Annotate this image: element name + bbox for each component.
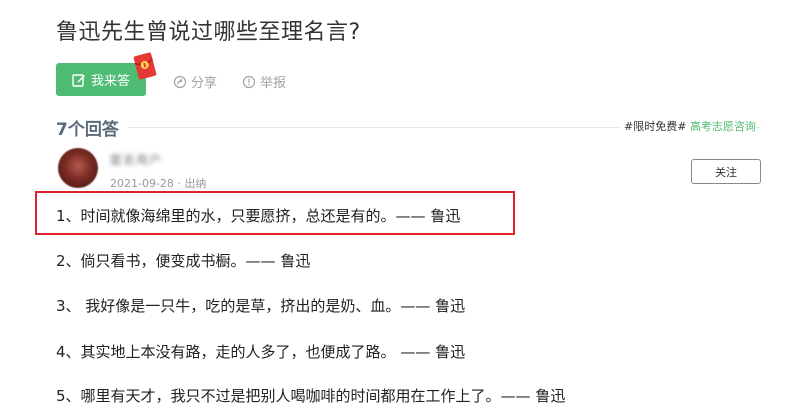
share-button[interactable]: 分享 bbox=[173, 72, 217, 91]
question-title: 鲁迅先生曾说过哪些至理名言? bbox=[56, 20, 361, 45]
answer-line: 5、哪里有天才，我只不过是把别人喝咖啡的时间都用在工作上了。—— 鲁迅 bbox=[56, 387, 566, 405]
edit-icon bbox=[72, 73, 86, 87]
answer-meta: 2021-09-28 · 出纳 bbox=[110, 175, 206, 191]
answers-count: 7个回答 bbox=[56, 120, 119, 140]
report-button[interactable]: 举报 bbox=[242, 72, 286, 91]
answer-line: 2、倘只看书，便变成书橱。—— 鲁迅 bbox=[56, 252, 311, 270]
answer-line: 4、其实地上本没有路，走的人多了，也便成了路。 —— 鲁迅 bbox=[56, 343, 466, 361]
answer-via: 出纳 bbox=[184, 177, 207, 190]
answer-date: 2021-09-28 bbox=[110, 177, 174, 190]
answer-line: 3、 我好像是一只牛，吃的是草，挤出的是奶、血。—— 鲁迅 bbox=[56, 297, 466, 315]
username[interactable]: 匿名用户 bbox=[110, 151, 162, 168]
promo: #限时免费# 高考志愿咨询 bbox=[620, 118, 756, 134]
meta-separator: · bbox=[173, 177, 185, 190]
avatar[interactable] bbox=[58, 148, 98, 188]
answer-button-label: 我来答 bbox=[90, 74, 130, 89]
report-label: 举报 bbox=[260, 76, 287, 91]
report-icon bbox=[242, 75, 256, 88]
promo-link[interactable]: 高考志愿咨询 bbox=[690, 120, 756, 133]
answer-line: 1、时间就像海绵里的水，只要愿挤，总还是有的。—— 鲁迅 bbox=[56, 207, 461, 225]
share-icon bbox=[173, 75, 187, 88]
promo-tag: #限时免费# bbox=[624, 120, 687, 133]
follow-button[interactable]: 关注 bbox=[691, 159, 761, 184]
share-label: 分享 bbox=[191, 76, 218, 91]
red-packet-icon[interactable] bbox=[132, 51, 158, 81]
